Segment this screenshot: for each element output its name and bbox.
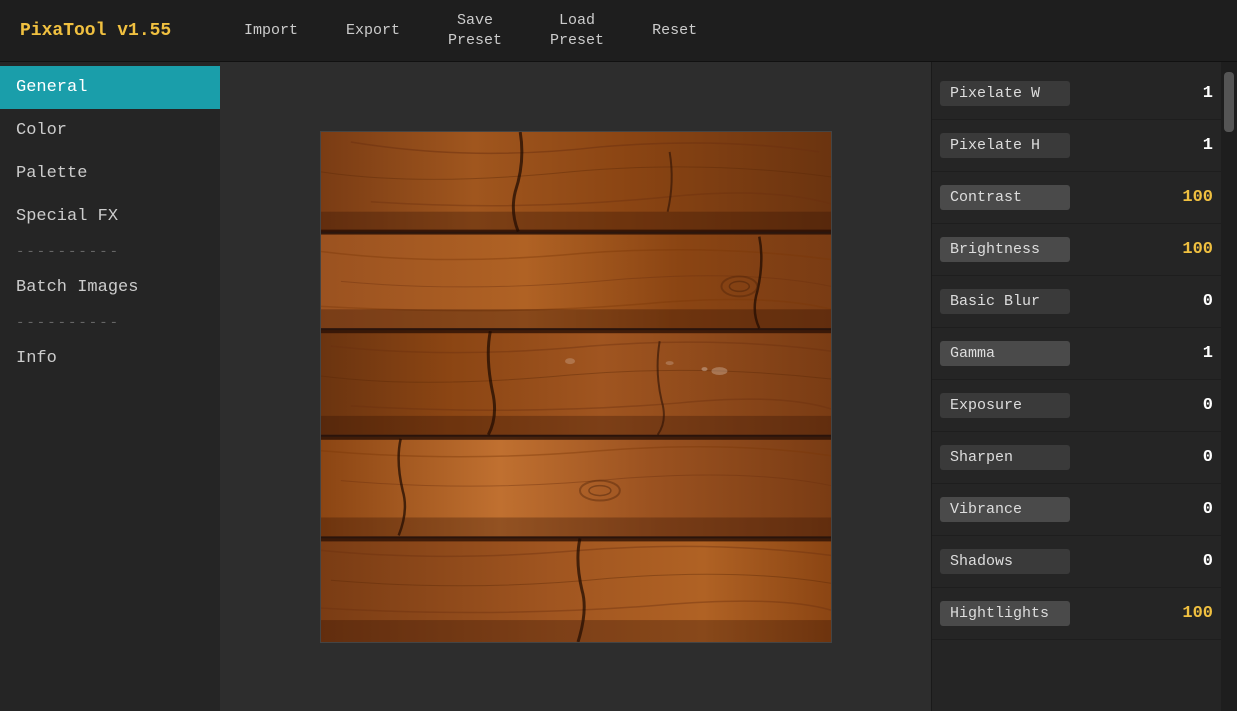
scrollbar[interactable] [1221, 62, 1237, 711]
save-preset-button[interactable]: SavePreset [424, 0, 526, 61]
reset-button[interactable]: Reset [628, 0, 721, 61]
param-label-pixelate-w: Pixelate W [940, 81, 1070, 106]
param-value-contrast: 100 [1173, 188, 1213, 207]
param-value-brightness: 100 [1173, 240, 1213, 259]
sidebar-item-general[interactable]: General [0, 66, 220, 109]
param-value-gamma: 1 [1173, 344, 1213, 363]
param-value-sharpen: 0 [1173, 448, 1213, 467]
param-row-highlights[interactable]: Hightlights 100 [932, 588, 1221, 640]
param-label-gamma: Gamma [940, 341, 1070, 366]
sidebar-separator-2: ---------- [0, 309, 220, 337]
param-label-brightness: Brightness [940, 237, 1070, 262]
top-bar: PixaTool v1.55 Import Export SavePreset … [0, 0, 1237, 62]
sidebar-separator-1: ---------- [0, 238, 220, 266]
param-label-highlights: Hightlights [940, 601, 1070, 626]
sidebar-item-color[interactable]: Color [0, 109, 220, 152]
sidebar-item-info[interactable]: Info [0, 337, 220, 380]
sidebar: General Color Palette Special FX -------… [0, 62, 220, 711]
sidebar-item-special-fx[interactable]: Special FX [0, 195, 220, 238]
right-panel: Pixelate W1Pixelate H1Contrast100Brightn… [931, 62, 1221, 711]
param-row-sharpen[interactable]: Sharpen 0 [932, 432, 1221, 484]
param-value-basic-blur: 0 [1173, 292, 1213, 311]
load-preset-button[interactable]: LoadPreset [526, 0, 628, 61]
param-row-pixelate-w[interactable]: Pixelate W 1 [932, 68, 1221, 120]
param-row-shadows[interactable]: Shadows 0 [932, 536, 1221, 588]
param-label-sharpen: Sharpen [940, 445, 1070, 470]
param-row-exposure[interactable]: Exposure 0 [932, 380, 1221, 432]
scrollbar-thumb[interactable] [1224, 72, 1234, 132]
sidebar-item-palette[interactable]: Palette [0, 152, 220, 195]
app-title: PixaTool v1.55 [0, 0, 220, 61]
param-row-brightness[interactable]: Brightness 100 [932, 224, 1221, 276]
param-label-basic-blur: Basic Blur [940, 289, 1070, 314]
param-label-vibrance: Vibrance [940, 497, 1070, 522]
sidebar-item-batch-images[interactable]: Batch Images [0, 266, 220, 309]
param-label-contrast: Contrast [940, 185, 1070, 210]
param-row-gamma[interactable]: Gamma 1 [932, 328, 1221, 380]
param-value-pixelate-h: 1 [1173, 136, 1213, 155]
main-layout: General Color Palette Special FX -------… [0, 62, 1237, 711]
param-row-contrast[interactable]: Contrast 100 [932, 172, 1221, 224]
param-label-pixelate-h: Pixelate H [940, 133, 1070, 158]
param-value-pixelate-w: 1 [1173, 84, 1213, 103]
param-row-basic-blur[interactable]: Basic Blur 0 [932, 276, 1221, 328]
param-value-vibrance: 0 [1173, 500, 1213, 519]
param-row-pixelate-h[interactable]: Pixelate H 1 [932, 120, 1221, 172]
param-row-vibrance[interactable]: Vibrance 0 [932, 484, 1221, 536]
param-value-exposure: 0 [1173, 396, 1213, 415]
param-label-exposure: Exposure [940, 393, 1070, 418]
param-value-highlights: 100 [1173, 604, 1213, 623]
canvas-area [220, 62, 931, 711]
image-canvas[interactable] [320, 131, 832, 643]
param-label-shadows: Shadows [940, 549, 1070, 574]
import-button[interactable]: Import [220, 0, 322, 61]
export-button[interactable]: Export [322, 0, 424, 61]
param-value-shadows: 0 [1173, 552, 1213, 571]
